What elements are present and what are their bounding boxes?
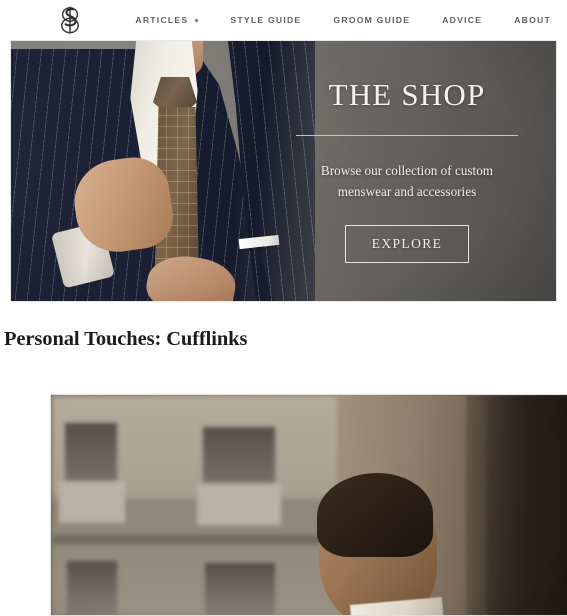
- monogram-icon: [60, 6, 79, 34]
- nav-item-label: ADVICE: [442, 15, 483, 25]
- article-photo-vignette: [51, 395, 567, 615]
- chevron-down-icon[interactable]: [194, 17, 199, 23]
- explore-button[interactable]: EXPLORE: [344, 225, 470, 264]
- hero-divider: [296, 134, 518, 136]
- hero-subtitle-line-2: menswear and accessories: [337, 183, 477, 199]
- hero-banner[interactable]: THE SHOP Browse our collection of custom…: [10, 40, 557, 302]
- nav-item-advice[interactable]: ADVICE: [426, 9, 498, 31]
- main-navigation: ARTICLES STYLE GUIDE GROOM GUIDE ADVICE …: [127, 9, 567, 31]
- nav-item-style-guide[interactable]: STYLE GUIDE: [214, 9, 317, 31]
- article-featured-image[interactable]: [50, 394, 567, 616]
- nav-item-label: STYLE GUIDE: [230, 15, 302, 25]
- site-header: ARTICLES STYLE GUIDE GROOM GUIDE ADVICE …: [0, 0, 567, 40]
- hero-content: THE SHOP Browse our collection of custom…: [276, 77, 538, 264]
- nav-item-label: GROOM GUIDE: [333, 15, 411, 25]
- hero-subtitle-line-1: Browse our collection of custom: [320, 162, 494, 178]
- nav-item-label: ARTICLES: [135, 15, 189, 25]
- nav-item-groom-guide[interactable]: GROOM GUIDE: [317, 9, 426, 31]
- site-monogram-logo[interactable]: [38, 5, 101, 35]
- hero-title: THE SHOP: [328, 77, 486, 112]
- article-title[interactable]: Personal Touches: Cufflinks: [4, 328, 247, 351]
- nav-item-about[interactable]: ABOUT: [498, 9, 567, 31]
- nav-item-articles[interactable]: ARTICLES: [127, 9, 214, 31]
- nav-item-label: ABOUT: [514, 15, 551, 25]
- hero-subtitle: Browse our collection of custom menswear…: [298, 160, 516, 203]
